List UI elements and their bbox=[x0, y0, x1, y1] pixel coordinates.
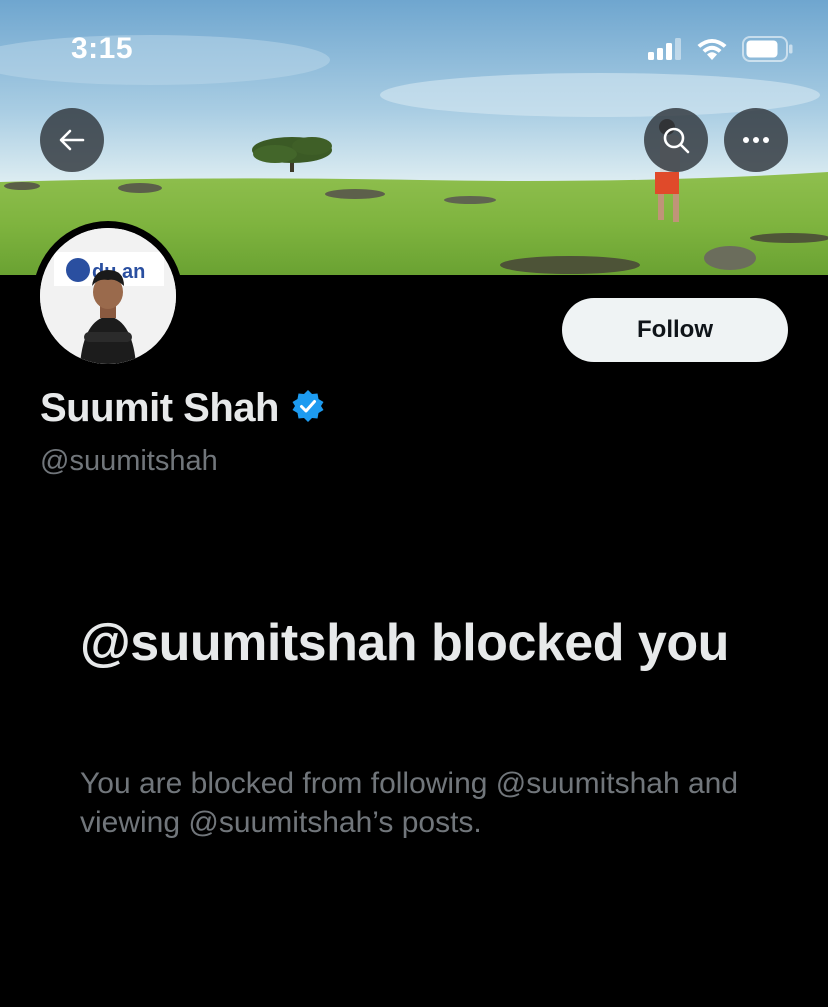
blocked-description: You are blocked from following @suumitsh… bbox=[80, 767, 739, 839]
profile-name-row: Suumit Shah bbox=[40, 386, 325, 431]
follow-button[interactable]: Follow bbox=[562, 298, 788, 362]
avatar-photo: du an bbox=[40, 228, 176, 364]
profile-avatar[interactable]: du an bbox=[33, 221, 183, 371]
status-time: 3:15 bbox=[71, 32, 134, 65]
wifi-icon bbox=[696, 37, 728, 66]
more-options-button[interactable] bbox=[724, 108, 788, 172]
blocked-title: @suumitshah blocked you bbox=[80, 614, 729, 672]
profile-handle: @suumitshah bbox=[40, 445, 218, 477]
verified-badge-icon[interactable] bbox=[291, 389, 325, 428]
back-button[interactable] bbox=[40, 108, 104, 172]
search-button[interactable] bbox=[644, 108, 708, 172]
status-bar: 3:15 bbox=[0, 0, 828, 100]
more-horizontal-icon bbox=[743, 137, 769, 143]
status-icons bbox=[648, 35, 794, 67]
battery-icon bbox=[742, 35, 794, 67]
arrow-left-icon bbox=[59, 129, 85, 151]
display-name: Suumit Shah bbox=[40, 386, 279, 430]
search-icon bbox=[663, 127, 690, 154]
signal-icon bbox=[648, 37, 682, 65]
